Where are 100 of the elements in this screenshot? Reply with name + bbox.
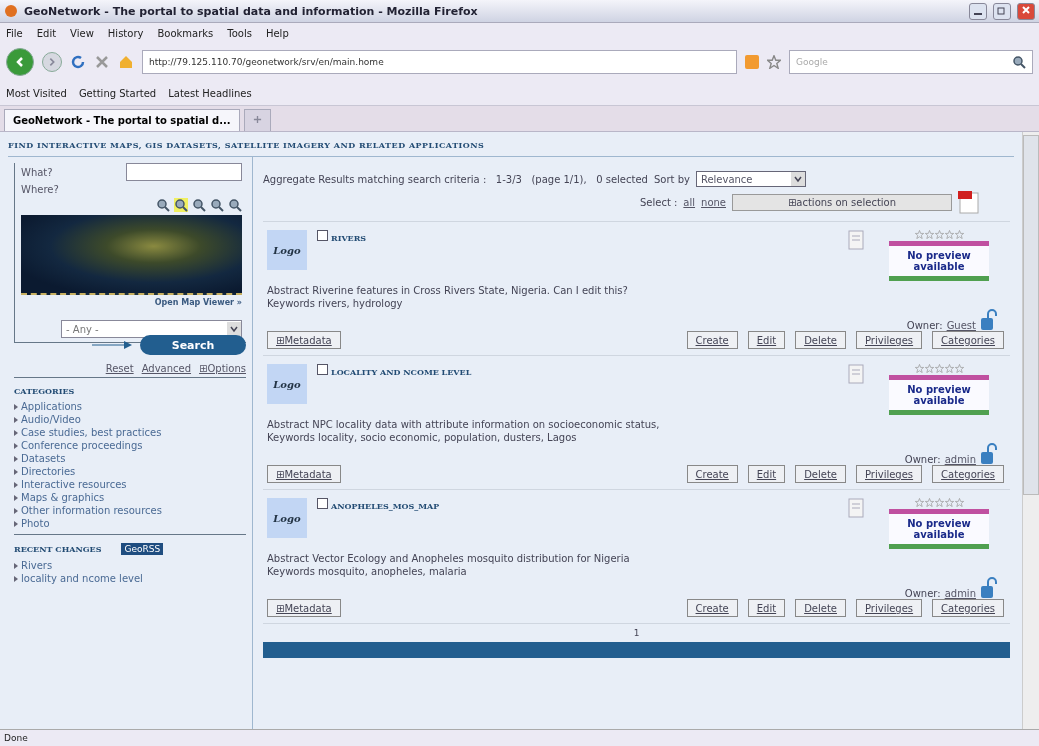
- metadata-button[interactable]: ⊞Metadata: [267, 465, 341, 483]
- menu-item[interactable]: Bookmarks: [157, 27, 214, 39]
- category-link[interactable]: Directories: [21, 465, 76, 478]
- select-none-link[interactable]: none: [701, 196, 726, 208]
- record-action-button[interactable]: Categories: [932, 599, 1004, 617]
- browser-tab[interactable]: GeoNetwork - The portal to spatial d...: [4, 109, 240, 131]
- logo-thumbnail: Logo: [267, 364, 307, 404]
- bullet-icon: [14, 520, 18, 527]
- bullet-icon: [14, 575, 18, 582]
- recent-link[interactable]: Rivers: [21, 559, 53, 572]
- record-action-button[interactable]: Categories: [932, 331, 1004, 349]
- bookmark-star-icon[interactable]: [767, 55, 781, 69]
- open-map-viewer-link[interactable]: Open Map Viewer »: [154, 298, 242, 307]
- actions-button[interactable]: ⊞actions on selection: [732, 193, 952, 211]
- document-icon: [848, 364, 864, 384]
- sidebar-link[interactable]: ⊞Options: [199, 363, 246, 374]
- record-action-button[interactable]: Create: [686, 599, 738, 617]
- category-link[interactable]: Other information resources: [21, 504, 162, 517]
- category-link[interactable]: Photo: [21, 517, 50, 530]
- what-field[interactable]: [126, 163, 242, 181]
- record-action-button[interactable]: Privileges: [856, 465, 923, 483]
- back-button[interactable]: [6, 48, 34, 76]
- bullet-icon: [14, 455, 18, 462]
- browser-logo-icon: [4, 4, 18, 18]
- sort-dropdown[interactable]: Relevance: [695, 171, 806, 187]
- restore-button[interactable]: [993, 2, 1011, 20]
- owner-label: Owner:: [904, 454, 941, 465]
- zoom-icon[interactable]: [156, 198, 170, 212]
- owner-label: Owner:: [904, 588, 941, 599]
- metadata-button[interactable]: ⊞Metadata: [267, 331, 341, 349]
- category-link[interactable]: Audio/Video: [21, 413, 81, 426]
- zoom-icon[interactable]: [192, 198, 206, 212]
- checkbox[interactable]: [317, 364, 328, 375]
- search-icon: [1012, 55, 1026, 69]
- sidebar-link[interactable]: Reset: [105, 363, 134, 374]
- category-link[interactable]: Case studies, best practices: [21, 426, 162, 439]
- record-action-button[interactable]: Delete: [795, 331, 846, 349]
- address-field[interactable]: http://79.125.110.70/geonetwork/srv/en/main.home: [142, 50, 737, 74]
- bookmark-link[interactable]: Latest Headlines: [168, 87, 252, 99]
- metadata-button[interactable]: ⊞Metadata: [267, 599, 341, 617]
- record-action-button[interactable]: Categories: [932, 465, 1004, 483]
- record-action-button[interactable]: Edit: [747, 599, 786, 617]
- star-icon: [944, 498, 954, 507]
- region-dropdown[interactable]: - Any -: [61, 320, 242, 338]
- abstract-text: Abstract NPC locality data with attribute information on socioeconomic status,: [267, 419, 661, 430]
- category-link[interactable]: Conference proceedings: [21, 439, 143, 452]
- category-link[interactable]: Datasets: [21, 452, 66, 465]
- record-title[interactable]: ANOPHELES_MOS_MAP: [317, 498, 838, 511]
- record-action-button[interactable]: Create: [686, 331, 738, 349]
- category-link[interactable]: Maps & graphics: [21, 491, 105, 504]
- search-button[interactable]: Search: [140, 335, 246, 355]
- georss-link[interactable]: GeoRSS: [121, 543, 164, 555]
- caret-icon: [227, 322, 241, 336]
- category-link[interactable]: Applications: [21, 400, 83, 413]
- owner-link[interactable]: admin: [944, 588, 976, 599]
- categories-heading: CATEGORIES: [14, 386, 75, 396]
- preview-thumbnail: No preview available: [889, 509, 989, 549]
- menu-item[interactable]: Edit: [36, 27, 57, 39]
- zoom-icon[interactable]: [174, 198, 188, 212]
- close-icon: [1021, 5, 1031, 15]
- checkbox[interactable]: [317, 498, 328, 509]
- forward-button[interactable]: [42, 52, 62, 72]
- menu-item[interactable]: File: [6, 27, 23, 39]
- record-action-button[interactable]: Privileges: [856, 331, 923, 349]
- menu-item[interactable]: Tools: [227, 27, 252, 39]
- sidebar-link[interactable]: Advanced: [141, 363, 192, 374]
- reload-icon[interactable]: [70, 54, 86, 70]
- where-label: Where?: [21, 184, 59, 195]
- record-action-button[interactable]: Edit: [747, 331, 786, 349]
- record-title[interactable]: LOCALITY AND NCOME LEVEL: [317, 364, 838, 377]
- record-action-button[interactable]: Privileges: [856, 599, 923, 617]
- menu-item[interactable]: View: [70, 27, 94, 39]
- what-label: What?: [21, 166, 53, 178]
- arrow-icon: [92, 340, 132, 350]
- owner-link[interactable]: Guest: [946, 320, 976, 331]
- star-icon: [934, 498, 944, 507]
- keywords-text: Keywords locality, socio economic, population, dusters, Lagos: [267, 432, 578, 443]
- menu-item[interactable]: Help: [265, 27, 289, 39]
- sort-label: Sort by: [653, 173, 690, 185]
- record-action-button[interactable]: Delete: [795, 599, 846, 617]
- category-link[interactable]: Interactive resources: [21, 478, 127, 491]
- bookmark-link[interactable]: Getting Started: [78, 87, 157, 99]
- window-title: GeoNetwork - The portal to spatial data and information - Mozilla Firefox: [24, 4, 479, 18]
- new-tab-button[interactable]: [243, 109, 271, 131]
- close-button[interactable]: [1017, 2, 1035, 20]
- record-action-button[interactable]: Create: [686, 465, 738, 483]
- padlock-icon: [980, 577, 998, 599]
- select-all-link[interactable]: all: [683, 196, 696, 208]
- minimize-button[interactable]: [969, 2, 987, 20]
- owner-link[interactable]: admin: [944, 454, 976, 465]
- record-action-button[interactable]: Delete: [795, 465, 846, 483]
- stop-icon[interactable]: [94, 54, 110, 70]
- recent-link[interactable]: locality and ncome level: [21, 572, 143, 585]
- checkbox[interactable]: [317, 230, 328, 241]
- bookmark-link[interactable]: Most Visited: [6, 87, 67, 99]
- record-action-button[interactable]: Edit: [747, 465, 786, 483]
- recent-changes-heading: RECENT CHANGES: [14, 544, 102, 554]
- menu-item[interactable]: History: [107, 27, 144, 39]
- record-title[interactable]: RIVERS: [317, 230, 838, 243]
- plus-icon: [252, 115, 262, 124]
